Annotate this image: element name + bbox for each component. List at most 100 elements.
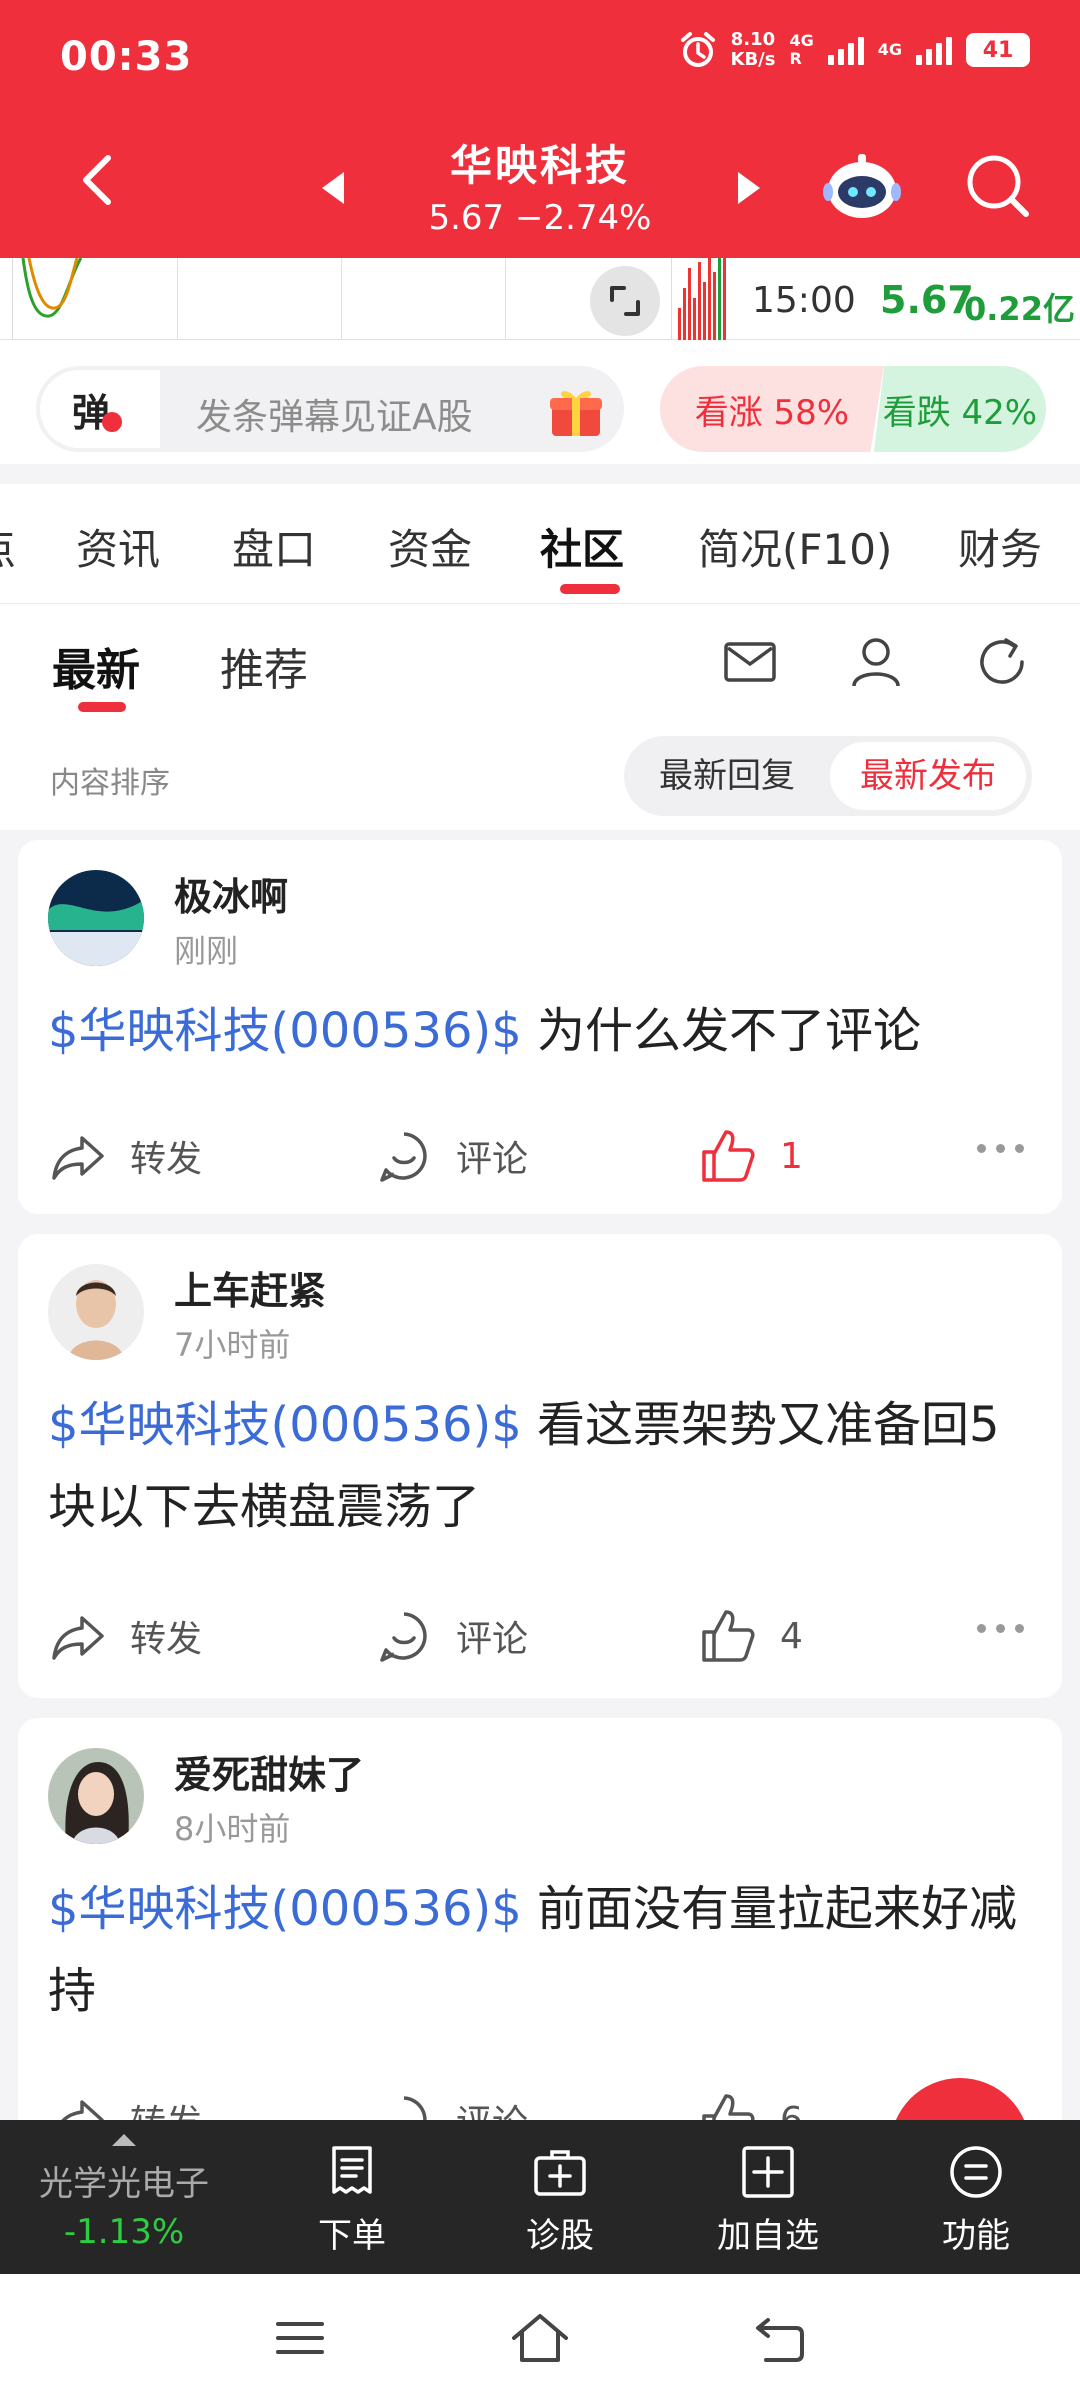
forward-button[interactable]: 转发: [48, 1596, 202, 1676]
share-arrow-icon: [52, 1136, 104, 1180]
forward-label: 转发: [130, 1619, 203, 1660]
diagnose-button[interactable]: 诊股: [490, 2144, 630, 2257]
forward-label: 转发: [130, 1139, 203, 1180]
stock-tag-link[interactable]: $华映科技(000536)$: [48, 1881, 522, 1937]
stock-price-change: 5.67 −2.74%: [428, 198, 652, 238]
danmu-bar: 弹 发条弹幕见证A股 看涨 58% 看跌 42%: [0, 340, 1080, 464]
expand-up-icon: [112, 2134, 136, 2146]
post-card[interactable]: 极冰啊 刚刚 $华映科技(000536)$ 为什么发不了评论 转发 评论 1: [18, 840, 1062, 1214]
functions-label: 功能: [942, 2216, 1010, 2256]
subtab-recommended[interactable]: 推荐: [220, 634, 308, 698]
post-time: 8小时前: [174, 1810, 291, 1848]
refresh-icon[interactable]: [972, 632, 1032, 692]
thumbs-up-icon: [702, 1130, 755, 1182]
add-watchlist-label: 加自选: [717, 2216, 819, 2256]
forward-button[interactable]: 转发: [48, 1116, 202, 1196]
tab-finance[interactable]: 财务: [958, 516, 1042, 577]
order-button[interactable]: 下单: [282, 2144, 422, 2257]
avatar[interactable]: [48, 1748, 144, 1844]
expand-chart-button[interactable]: [590, 266, 660, 336]
post-content[interactable]: $华映科技(000536)$ 为什么发不了评论: [48, 990, 1038, 1072]
danmu-toggle-button[interactable]: 弹: [40, 370, 160, 448]
sort-toggle: 最新回复 最新发布: [624, 736, 1032, 816]
post-author[interactable]: 极冰啊: [174, 866, 288, 921]
comment-bubble-icon: [380, 1612, 427, 1662]
post-content[interactable]: $华映科技(000536)$ 前面没有量拉起来好减持: [48, 1868, 1038, 2032]
search-icon[interactable]: [962, 150, 1032, 220]
stock-name: 华映科技: [449, 141, 630, 190]
like-button[interactable]: 1: [698, 1116, 803, 1196]
danmu-input-placeholder[interactable]: 发条弹幕见证A股: [196, 388, 473, 440]
post-card[interactable]: 上车赶紧 7小时前 $华映科技(000536)$ 看这票架势又准备回5块以下去横…: [18, 1234, 1062, 1698]
man-avatar-image: [48, 1264, 144, 1360]
tab-profile-f10[interactable]: 简况(F10): [698, 516, 892, 577]
mail-icon[interactable]: [720, 632, 780, 692]
more-options-icon[interactable]: [977, 1144, 1024, 1153]
subtab-latest[interactable]: 最新: [52, 634, 140, 698]
comment-label: 评论: [456, 1619, 529, 1660]
expand-icon: [610, 286, 640, 316]
sim1-type-label: 4G: [789, 31, 814, 50]
tab-funds[interactable]: 资金: [388, 516, 472, 577]
tab-partial[interactable]: 点: [0, 516, 16, 577]
comment-bubble-icon: [380, 1132, 427, 1182]
sector-name: 光学光电子: [39, 2164, 209, 2204]
sort-latest-publish[interactable]: 最新发布: [830, 742, 1026, 810]
status-icons: 8.10 KB/s 4G R 4G 41: [679, 30, 1030, 70]
volume-bars: [678, 258, 726, 340]
comment-label: 评论: [456, 1139, 529, 1180]
chart-volume: 0.22亿: [964, 290, 1075, 328]
post-actions: 转发 评论 1: [18, 1116, 1062, 1196]
post-actions: 转发 评论 4: [18, 1596, 1062, 1676]
add-square-icon: [742, 2146, 794, 2198]
avatar[interactable]: [48, 870, 144, 966]
vote-up-button[interactable]: 看涨 58%: [660, 366, 884, 452]
like-count: 1: [780, 1135, 803, 1177]
avatar[interactable]: [48, 1264, 144, 1360]
woman-avatar-image: [48, 1748, 144, 1844]
top-header: 00:33 8.10 KB/s 4G R 4G 41 华映科技 5.67 −2.…: [0, 0, 1080, 258]
net-speed: 8.10 KB/s: [731, 30, 776, 70]
user-profile-icon[interactable]: [846, 632, 906, 692]
chart-gridline: [341, 258, 342, 340]
comment-button[interactable]: 评论: [374, 1596, 528, 1676]
chart-price: 5.67: [880, 278, 974, 322]
robot-assistant-icon[interactable]: [822, 146, 902, 226]
mini-chart-strip: 15:00 5.67 0.22亿: [0, 258, 1080, 340]
vote-down-button[interactable]: 看跌 42%: [873, 366, 1046, 452]
sort-latest-reply[interactable]: 最新回复: [624, 736, 830, 816]
thumbs-up-icon: [702, 1610, 755, 1662]
sector-change: -1.13%: [63, 2212, 185, 2252]
sector-index-ticker[interactable]: 光学光电子 -1.13%: [0, 2120, 248, 2274]
add-watchlist-button[interactable]: 加自选: [698, 2144, 838, 2257]
intraday-chart[interactable]: [12, 258, 672, 340]
back-nav-icon[interactable]: [752, 2310, 808, 2366]
sort-label: 内容排序: [50, 766, 170, 801]
system-nav-bar: [0, 2274, 1080, 2400]
bottom-toolbar: 光学光电子 -1.13% 下单 诊股 加自选 功能: [0, 2120, 1080, 2274]
chart-gridline: [177, 258, 178, 340]
comment-button[interactable]: 评论: [374, 1116, 528, 1196]
subtab-active-indicator: [78, 702, 126, 712]
stock-tag-link[interactable]: $华映科技(000536)$: [48, 1003, 522, 1059]
sim1-type: 4G R: [789, 32, 813, 68]
functions-button[interactable]: 功能: [906, 2144, 1046, 2257]
menu-lines-icon[interactable]: [272, 2310, 328, 2366]
post-card[interactable]: 爱死甜妹了 8小时前 $华映科技(000536)$ 前面没有量拉起来好减持 转发…: [18, 1718, 1062, 2138]
tab-news[interactable]: 资讯: [76, 516, 160, 577]
battery-icon: 41: [966, 33, 1030, 67]
order-label: 下单: [318, 2216, 386, 2256]
next-stock-icon[interactable]: [734, 170, 764, 206]
home-icon[interactable]: [508, 2310, 572, 2366]
stock-tag-link[interactable]: $华映科技(000536)$: [48, 1397, 522, 1453]
share-arrow-icon: [52, 1616, 104, 1660]
community-subbar: 最新 推荐 内容排序 最新回复 最新发布: [0, 604, 1080, 830]
like-button[interactable]: 4: [698, 1596, 803, 1676]
post-author[interactable]: 爱死甜妹了: [174, 1744, 364, 1799]
post-author[interactable]: 上车赶紧: [174, 1260, 326, 1315]
more-options-icon[interactable]: [977, 1624, 1024, 1633]
post-content[interactable]: $华映科技(000536)$ 看这票架势又准备回5块以下去横盘震荡了: [48, 1384, 1038, 1548]
gift-icon[interactable]: [548, 384, 604, 440]
tab-order-book[interactable]: 盘口: [232, 516, 316, 577]
tab-community[interactable]: 社区: [540, 516, 624, 577]
